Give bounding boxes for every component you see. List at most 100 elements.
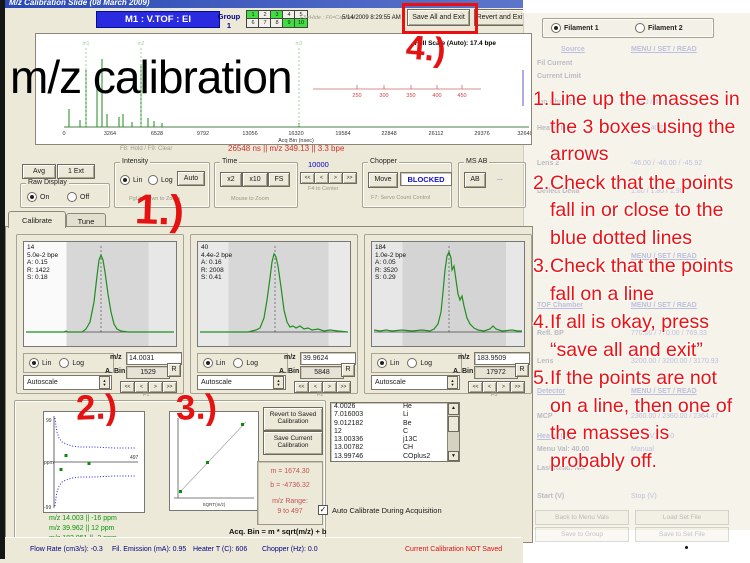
- spinner-icon[interactable]: ▲▼: [273, 376, 284, 389]
- step-right-button[interactable]: >: [148, 381, 163, 393]
- mass-row[interactable]: 12C: [331, 428, 459, 436]
- step-right2-button[interactable]: >>: [510, 381, 525, 393]
- lin-radio[interactable]: Lin: [203, 358, 225, 368]
- mass-row[interactable]: 9.012182Be: [331, 420, 459, 428]
- step-left2-button[interactable]: <<: [468, 381, 483, 393]
- intensity-auto-button[interactable]: Auto: [177, 171, 205, 186]
- save-calibration-button[interactable]: Save Current Calibration: [263, 431, 323, 455]
- fit-b-value: b = -4736.32: [258, 482, 322, 489]
- abin-input: 17972: [474, 366, 518, 379]
- status-heater-temp: Heater T (C): 606: [193, 546, 247, 553]
- back-to-menu-vals-button[interactable]: Back to Menu Vals: [535, 510, 629, 525]
- group-number: 1: [227, 21, 231, 30]
- hold-clear-hint: F8: Hold / F9: Clear: [120, 146, 172, 152]
- revert-exit-button[interactable]: Revert and Exit: [474, 9, 527, 26]
- revert-exit-label: Revert and Exit: [477, 14, 525, 21]
- time-x10-button[interactable]: x10: [242, 172, 268, 187]
- save-to-group-button[interactable]: Save to Group: [535, 527, 629, 542]
- fit-xlabel: SQRT(m/z): [203, 502, 226, 507]
- cursor-readout: 26548 ns || m/z 349.13 || 3.3 bpe: [228, 144, 344, 153]
- auto-calibrate-label: Auto Calibrate During Acquisition: [332, 506, 442, 515]
- scroll-up-icon[interactable]: ▲: [448, 403, 459, 415]
- x-axis-ticks: 0 3264 6528 9792 13056 16320 19584 22848…: [62, 131, 531, 137]
- pan-prev-button[interactable]: <: [314, 172, 329, 184]
- radio-dot-icon: [203, 358, 213, 368]
- intensity-title: Intensity: [120, 158, 150, 165]
- group-label: Group 1: [214, 12, 244, 30]
- raw-off-radio[interactable]: Off: [67, 192, 89, 202]
- mass-row[interactable]: 4.0026He: [331, 403, 459, 411]
- reset-button[interactable]: R: [515, 363, 529, 377]
- log-radio[interactable]: Log: [407, 358, 432, 368]
- time-fs-button[interactable]: FS: [268, 172, 290, 187]
- marker-label: m3: [296, 41, 303, 47]
- peak-panel-3: 1841.0e-2 bpe A: 0.05R: 3520S: 0.29 Lin …: [364, 234, 532, 394]
- radio-dot-icon: [148, 175, 158, 185]
- pan-first-button[interactable]: <<: [300, 172, 315, 184]
- step-right-button[interactable]: >: [496, 381, 511, 393]
- intensity-lin-radio[interactable]: Lin: [120, 175, 142, 185]
- chopper-title: Chopper: [368, 158, 399, 165]
- svg-text:22848: 22848: [381, 131, 396, 137]
- auto-calibrate-checkbox[interactable]: ✓ Auto Calibrate During Acquisition: [318, 505, 442, 515]
- peak-plot-3[interactable]: 1841.0e-2 bpe A: 0.05R: 3520S: 0.29: [371, 241, 525, 347]
- revert-calibration-button[interactable]: Revert to Saved Calibration: [263, 407, 323, 431]
- autoscale-combo[interactable]: Autoscale ▲▼: [371, 375, 460, 390]
- mode-box[interactable]: M1 : V.TOF : EI: [96, 11, 220, 28]
- fkey-label: F2: [317, 392, 323, 398]
- mass-row[interactable]: 7.016003Li: [331, 411, 459, 419]
- mass-row[interactable]: 13.99746COplus2: [331, 453, 459, 461]
- residual-points: [60, 454, 91, 471]
- mz-ruler-tick: 300: [379, 93, 388, 99]
- log-radio[interactable]: Log: [59, 358, 84, 368]
- fit-info-box: m = 1674.30 b = -4736.32 m/z Range: 9 to…: [257, 461, 323, 525]
- checkbox-icon[interactable]: ✓: [318, 505, 328, 515]
- pan-last-button[interactable]: >>: [342, 172, 357, 184]
- save-to-set-file-button[interactable]: Save to Set File: [635, 527, 729, 542]
- step-right-button[interactable]: >: [322, 381, 337, 393]
- mass-list-scrollbar[interactable]: ▲ ▼: [447, 403, 459, 461]
- raw-on-radio[interactable]: On: [27, 192, 49, 202]
- mz-field-label: m/z: [284, 354, 296, 361]
- peak-plot-1[interactable]: 145.0e-2 bpe A: 0.15R: 1422S: 0.18: [23, 241, 177, 347]
- mz-range-value: 9 to 497: [258, 508, 322, 515]
- scroll-down-icon[interactable]: ▼: [448, 451, 459, 461]
- svg-text:0: 0: [62, 131, 65, 137]
- step-left2-button[interactable]: <<: [120, 381, 135, 393]
- calibration-formula: Acq. Bin = m * sqrt(m/z) + b: [229, 527, 327, 536]
- reset-button[interactable]: R: [167, 363, 181, 377]
- reset-button[interactable]: R: [341, 363, 355, 377]
- step-right2-button[interactable]: >>: [336, 381, 351, 393]
- mz-calibration-screen: M/z Calibration Slide (08 March 2009) M1…: [0, 0, 750, 563]
- intensity-log-radio[interactable]: Log: [148, 175, 173, 185]
- ab-button[interactable]: AB: [464, 172, 486, 188]
- avg-button[interactable]: Avg: [22, 164, 56, 179]
- lin-radio[interactable]: Lin: [29, 358, 51, 368]
- spinner-icon[interactable]: ▲▼: [447, 376, 458, 389]
- group-selector-grid[interactable]: 1 2 3 4 5 6 7 8 9 10: [246, 10, 306, 26]
- peak-panel-1: 145.0e-2 bpe A: 0.15R: 1422S: 0.18 Lin L…: [16, 234, 184, 394]
- mass-row[interactable]: 13.00336j13C: [331, 436, 459, 444]
- peak-plot-2[interactable]: 404.4e-2 bpe A: 0.16R: 2008S: 0.41: [197, 241, 351, 347]
- time-x2-button[interactable]: x2: [220, 172, 242, 187]
- step-left2-button[interactable]: <<: [294, 381, 309, 393]
- load-set-file-button[interactable]: Load Set File: [635, 510, 729, 525]
- log-radio[interactable]: Log: [233, 358, 258, 368]
- abin-field-label: A. Bin: [105, 368, 125, 375]
- chopper-move-button[interactable]: Move: [368, 172, 398, 188]
- peak-info: 145.0e-2 bpe A: 0.15R: 1422S: 0.18: [27, 244, 58, 282]
- raw-display-group: Raw Display On Off: [20, 183, 110, 208]
- scale-mode-box: Lin Log: [23, 353, 114, 373]
- pan-next-button[interactable]: >: [328, 172, 343, 184]
- mz-field-label: m/z: [110, 354, 122, 361]
- one-ext-button[interactable]: 1 Ext: [57, 164, 95, 179]
- mass-reference-list[interactable]: 4.0026He 7.016003Li 9.012182Be 12C 13.00…: [330, 402, 460, 462]
- mass-row[interactable]: 13.00782CH: [331, 444, 459, 452]
- lin-radio[interactable]: Lin: [377, 358, 399, 368]
- chopper-hint: F7: Servo Count Control: [371, 195, 430, 201]
- chopper-status: BLOCKED: [400, 172, 452, 186]
- radio-dot-icon: [233, 358, 243, 368]
- tab-calibrate[interactable]: Calibrate: [8, 211, 66, 228]
- scroll-thumb[interactable]: [448, 416, 459, 432]
- residual-readout-1: m/z 14.003 || -16 ppm: [49, 515, 117, 522]
